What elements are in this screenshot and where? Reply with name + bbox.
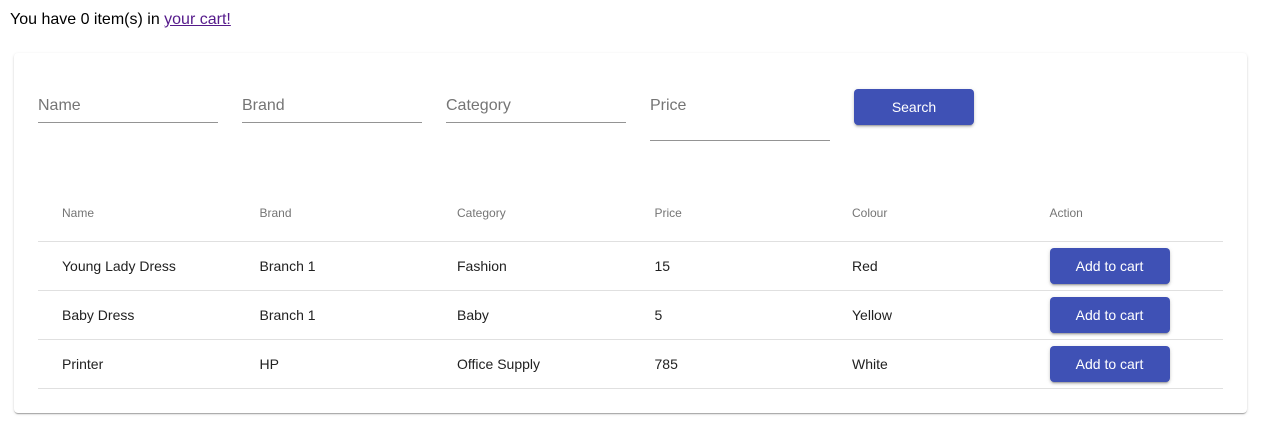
cell-price: 5 bbox=[630, 290, 828, 340]
products-table: Name Brand Category Price Colour Action … bbox=[38, 184, 1223, 389]
cell-colour: Red bbox=[828, 241, 1026, 291]
column-header-price: Price bbox=[630, 184, 828, 242]
table-row: Baby Dress Branch 1 Baby 5 Yellow Add to… bbox=[38, 290, 1223, 340]
column-header-colour: Colour bbox=[828, 184, 1026, 242]
table-row: Printer HP Office Supply 785 White Add t… bbox=[38, 339, 1223, 389]
cell-action: Add to cart bbox=[1025, 241, 1223, 291]
column-header-brand: Brand bbox=[235, 184, 433, 242]
add-to-cart-button[interactable]: Add to cart bbox=[1049, 248, 1170, 284]
cart-status-text: You have 0 item(s) in bbox=[10, 11, 165, 28]
brand-field-wrapper bbox=[242, 89, 422, 123]
cell-name: Printer bbox=[38, 339, 236, 389]
column-header-category: Category bbox=[433, 184, 631, 242]
cell-name: Baby Dress bbox=[38, 290, 236, 340]
category-field-wrapper bbox=[446, 89, 626, 123]
cell-category: Office Supply bbox=[433, 339, 631, 389]
table-header-row: Name Brand Category Price Colour Action bbox=[38, 184, 1223, 242]
cell-colour: White bbox=[828, 339, 1026, 389]
cell-name: Young Lady Dress bbox=[38, 241, 236, 291]
add-to-cart-button[interactable]: Add to cart bbox=[1049, 297, 1170, 333]
cell-action: Add to cart bbox=[1025, 290, 1223, 340]
brand-search-input[interactable] bbox=[242, 89, 422, 123]
name-field-wrapper bbox=[38, 89, 218, 123]
add-to-cart-button[interactable]: Add to cart bbox=[1049, 346, 1170, 382]
cell-colour: Yellow bbox=[828, 290, 1026, 340]
cell-category: Baby bbox=[433, 290, 631, 340]
table-row: Young Lady Dress Branch 1 Fashion 15 Red… bbox=[38, 241, 1223, 291]
column-header-name: Name bbox=[38, 184, 236, 242]
cart-status: You have 0 item(s) in your cart! bbox=[10, 10, 231, 29]
cell-brand: Branch 1 bbox=[235, 290, 433, 340]
product-search-card: Search Name Brand Category Price Colour … bbox=[14, 53, 1247, 413]
cell-brand: Branch 1 bbox=[235, 241, 433, 291]
search-button[interactable]: Search bbox=[854, 89, 974, 125]
cart-link[interactable]: your cart! bbox=[164, 11, 231, 28]
price-field-wrapper bbox=[650, 89, 830, 141]
name-search-input[interactable] bbox=[38, 89, 218, 123]
column-header-action: Action bbox=[1025, 184, 1223, 242]
category-search-input[interactable] bbox=[446, 89, 626, 123]
cell-action: Add to cart bbox=[1025, 339, 1223, 389]
cell-price: 15 bbox=[630, 241, 828, 291]
cell-price: 785 bbox=[630, 339, 828, 389]
price-search-input[interactable] bbox=[650, 89, 830, 141]
cell-brand: HP bbox=[235, 339, 433, 389]
cell-category: Fashion bbox=[433, 241, 631, 291]
